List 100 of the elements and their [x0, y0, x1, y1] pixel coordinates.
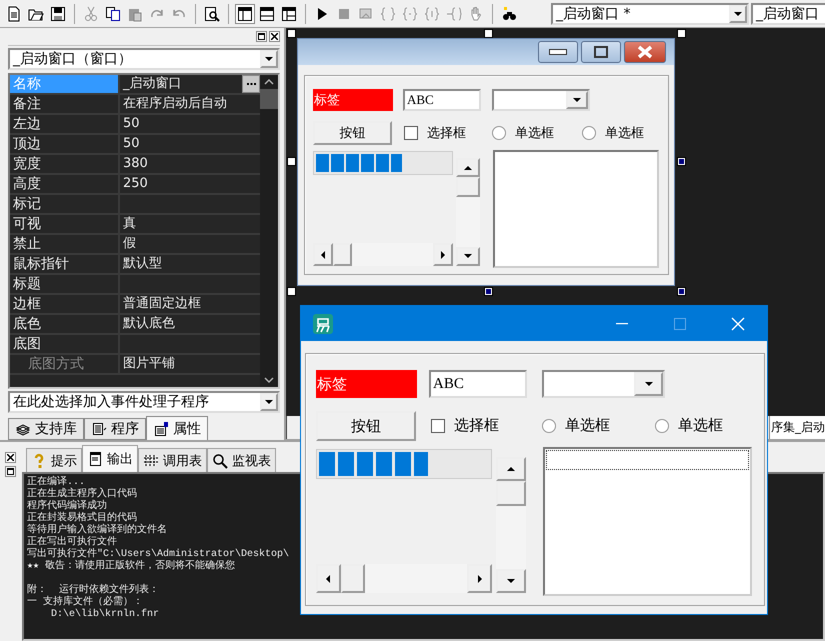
- property-value[interactable]: 图片平铺: [123, 355, 175, 373]
- maximize-icon: [594, 46, 608, 58]
- scroll-thumb[interactable]: [496, 481, 526, 506]
- property-name[interactable]: 底图: [10, 335, 120, 353]
- scroll-button[interactable]: [433, 243, 453, 266]
- window-selector[interactable]: _启动窗口 *: [551, 2, 749, 24]
- app-icon[interactable]: [313, 314, 333, 334]
- window-layout-icon[interactable]: [235, 4, 255, 24]
- editor-tab[interactable]: 序集_启动: [769, 416, 825, 439]
- push-button[interactable]: 按钮: [313, 121, 392, 145]
- output-tab[interactable]: 调用表: [138, 448, 207, 472]
- close-button[interactable]: [269, 31, 280, 42]
- output-tab[interactable]: 监视表: [207, 448, 276, 472]
- resize-handle[interactable]: [288, 30, 295, 37]
- down-arrow-icon: [265, 400, 273, 404]
- properties-icon: [153, 420, 169, 436]
- right-arrow-icon: [478, 574, 482, 582]
- property-value[interactable]: 假: [123, 235, 136, 253]
- radio-button[interactable]: [582, 126, 596, 140]
- list-box[interactable]: [493, 150, 659, 268]
- property-value[interactable]: 默认型: [123, 255, 162, 273]
- horizontal-scrollbar[interactable]: [313, 243, 453, 266]
- property-name[interactable]: 标题: [10, 275, 120, 293]
- property-name[interactable]: 可视: [10, 215, 120, 233]
- property-value[interactable]: 250: [123, 175, 148, 193]
- minimize-icon: [616, 322, 628, 324]
- vertical-scrollbar[interactable]: [456, 158, 480, 266]
- resize-handle[interactable]: [678, 30, 685, 37]
- down-arrow-icon: [265, 57, 273, 61]
- text-field[interactable]: ABC: [403, 89, 481, 111]
- property-name[interactable]: 左边: [10, 115, 120, 133]
- radio-button[interactable]: [655, 418, 669, 432]
- down-arrow-icon: [644, 382, 653, 386]
- object-dropdown[interactable]: _启动窗口（窗口）: [8, 48, 280, 70]
- property-name[interactable]: 宽度: [10, 155, 120, 173]
- scroll-thumb[interactable]: [456, 177, 480, 197]
- push-button[interactable]: 按钮: [316, 411, 416, 441]
- property-name[interactable]: 顶边: [10, 135, 120, 153]
- output-line: 正在编译...: [27, 477, 86, 488]
- combo-box[interactable]: [542, 370, 665, 398]
- output-tab[interactable]: 输出: [82, 445, 138, 472]
- resize-handle[interactable]: [678, 288, 685, 295]
- output-line: 等待用户输入欲编译到的文件名: [27, 525, 168, 536]
- checkbox[interactable]: [431, 418, 445, 432]
- panel-tab[interactable]: 支持库: [8, 418, 84, 440]
- output-line: D:\e\lib\krnln.fnr: [50, 609, 160, 621]
- scroll-thumb[interactable]: [340, 564, 366, 593]
- property-value[interactable]: 默认底色: [123, 315, 175, 333]
- resize-handle[interactable]: [485, 30, 492, 37]
- close-button[interactable]: [4, 452, 16, 463]
- resize-handle[interactable]: [288, 158, 295, 165]
- list-box[interactable]: [543, 447, 752, 596]
- object-selector[interactable]: _启动窗口: [751, 2, 825, 24]
- output-line: 附： 运行时依赖文件列表：: [27, 585, 160, 596]
- text-field[interactable]: ABC: [429, 370, 527, 398]
- vertical-scrollbar[interactable]: [260, 75, 278, 387]
- panel-tab[interactable]: 属性: [146, 416, 208, 440]
- property-name[interactable]: 备注: [10, 95, 120, 113]
- combo-box[interactable]: [492, 89, 590, 111]
- property-name[interactable]: 底图方式: [10, 355, 120, 373]
- more-button[interactable]: [242, 75, 260, 93]
- table-icon: [143, 452, 159, 468]
- search-icon: [212, 452, 228, 468]
- minimize-button[interactable]: [538, 41, 578, 63]
- radio-button[interactable]: [542, 418, 556, 432]
- property-value[interactable]: 普通固定边框: [123, 295, 201, 313]
- checkbox[interactable]: [404, 126, 418, 140]
- property-name[interactable]: 底色: [10, 315, 120, 333]
- panel-tab[interactable]: 程序: [84, 418, 146, 440]
- vertical-scrollbar[interactable]: [496, 457, 526, 593]
- maximize-icon: [674, 318, 686, 330]
- event-dropdown[interactable]: 在此处选择加入事件处理子程序: [8, 391, 280, 413]
- scroll-button[interactable]: [456, 246, 480, 266]
- horizontal-scrollbar[interactable]: [316, 564, 492, 593]
- property-name[interactable]: 边框: [10, 295, 120, 313]
- left-arrow-icon: [320, 250, 325, 258]
- maximize-button[interactable]: [581, 41, 621, 63]
- close-icon: [731, 316, 745, 330]
- property-value[interactable]: 在程序启动后自动: [123, 95, 227, 113]
- property-value[interactable]: 380: [123, 155, 148, 173]
- scroll-thumb[interactable]: [332, 243, 352, 266]
- output-tab[interactable]: 提示: [26, 448, 82, 472]
- output-line: 一 支持库文件（必需）：: [27, 597, 144, 608]
- property-name[interactable]: 标记: [10, 195, 120, 213]
- property-name[interactable]: 禁止: [10, 235, 120, 253]
- scroll-button[interactable]: [456, 158, 480, 178]
- property-value[interactable]: 50: [123, 115, 140, 133]
- resize-handle[interactable]: [288, 288, 295, 295]
- checkbox-label: 选择框: [427, 125, 466, 142]
- radio-button[interactable]: [492, 126, 506, 140]
- property-value[interactable]: _启动窗口: [123, 75, 182, 93]
- resize-handle[interactable]: [678, 158, 685, 165]
- restore-button[interactable]: [4, 466, 16, 477]
- property-value[interactable]: 真: [123, 215, 136, 233]
- property-name[interactable]: 高度: [10, 175, 120, 193]
- property-name[interactable]: 鼠标指针: [10, 255, 120, 273]
- resize-handle[interactable]: [485, 288, 492, 295]
- scroll-thumb[interactable]: [260, 89, 278, 109]
- property-value[interactable]: 50: [123, 135, 140, 153]
- restore-button[interactable]: [256, 31, 267, 42]
